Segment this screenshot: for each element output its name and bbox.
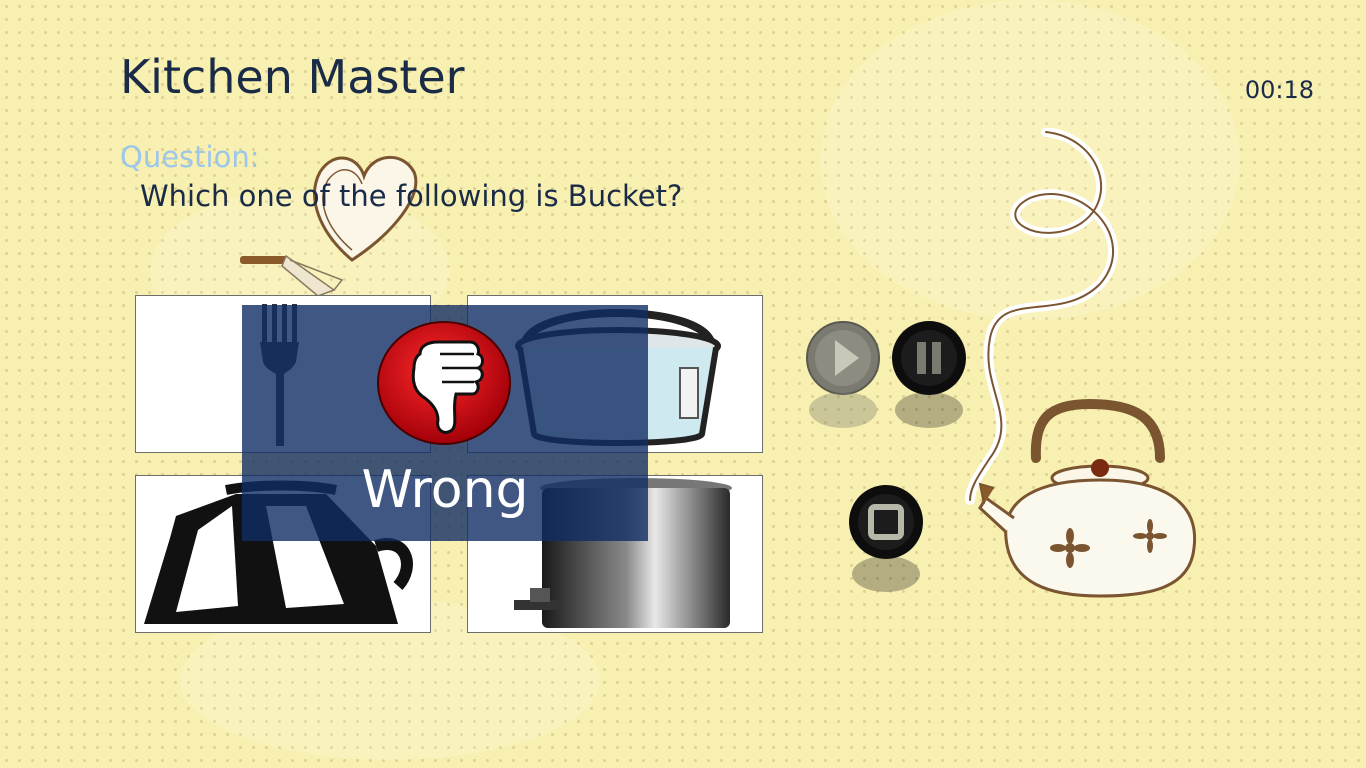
pause-icon (917, 342, 926, 374)
question-label: Question: (120, 140, 260, 174)
timer: 00:18 (1244, 76, 1314, 104)
stop-button[interactable] (846, 482, 926, 602)
kettle-decoration (965, 128, 1197, 598)
app-title: Kitchen Master (120, 50, 465, 104)
play-button[interactable] (803, 318, 883, 438)
pause-button[interactable] (889, 318, 969, 438)
thumbs-down-icon (377, 321, 511, 445)
result-text: Wrong (361, 460, 529, 520)
question-text: Which one of the following is Bucket? (140, 179, 683, 213)
